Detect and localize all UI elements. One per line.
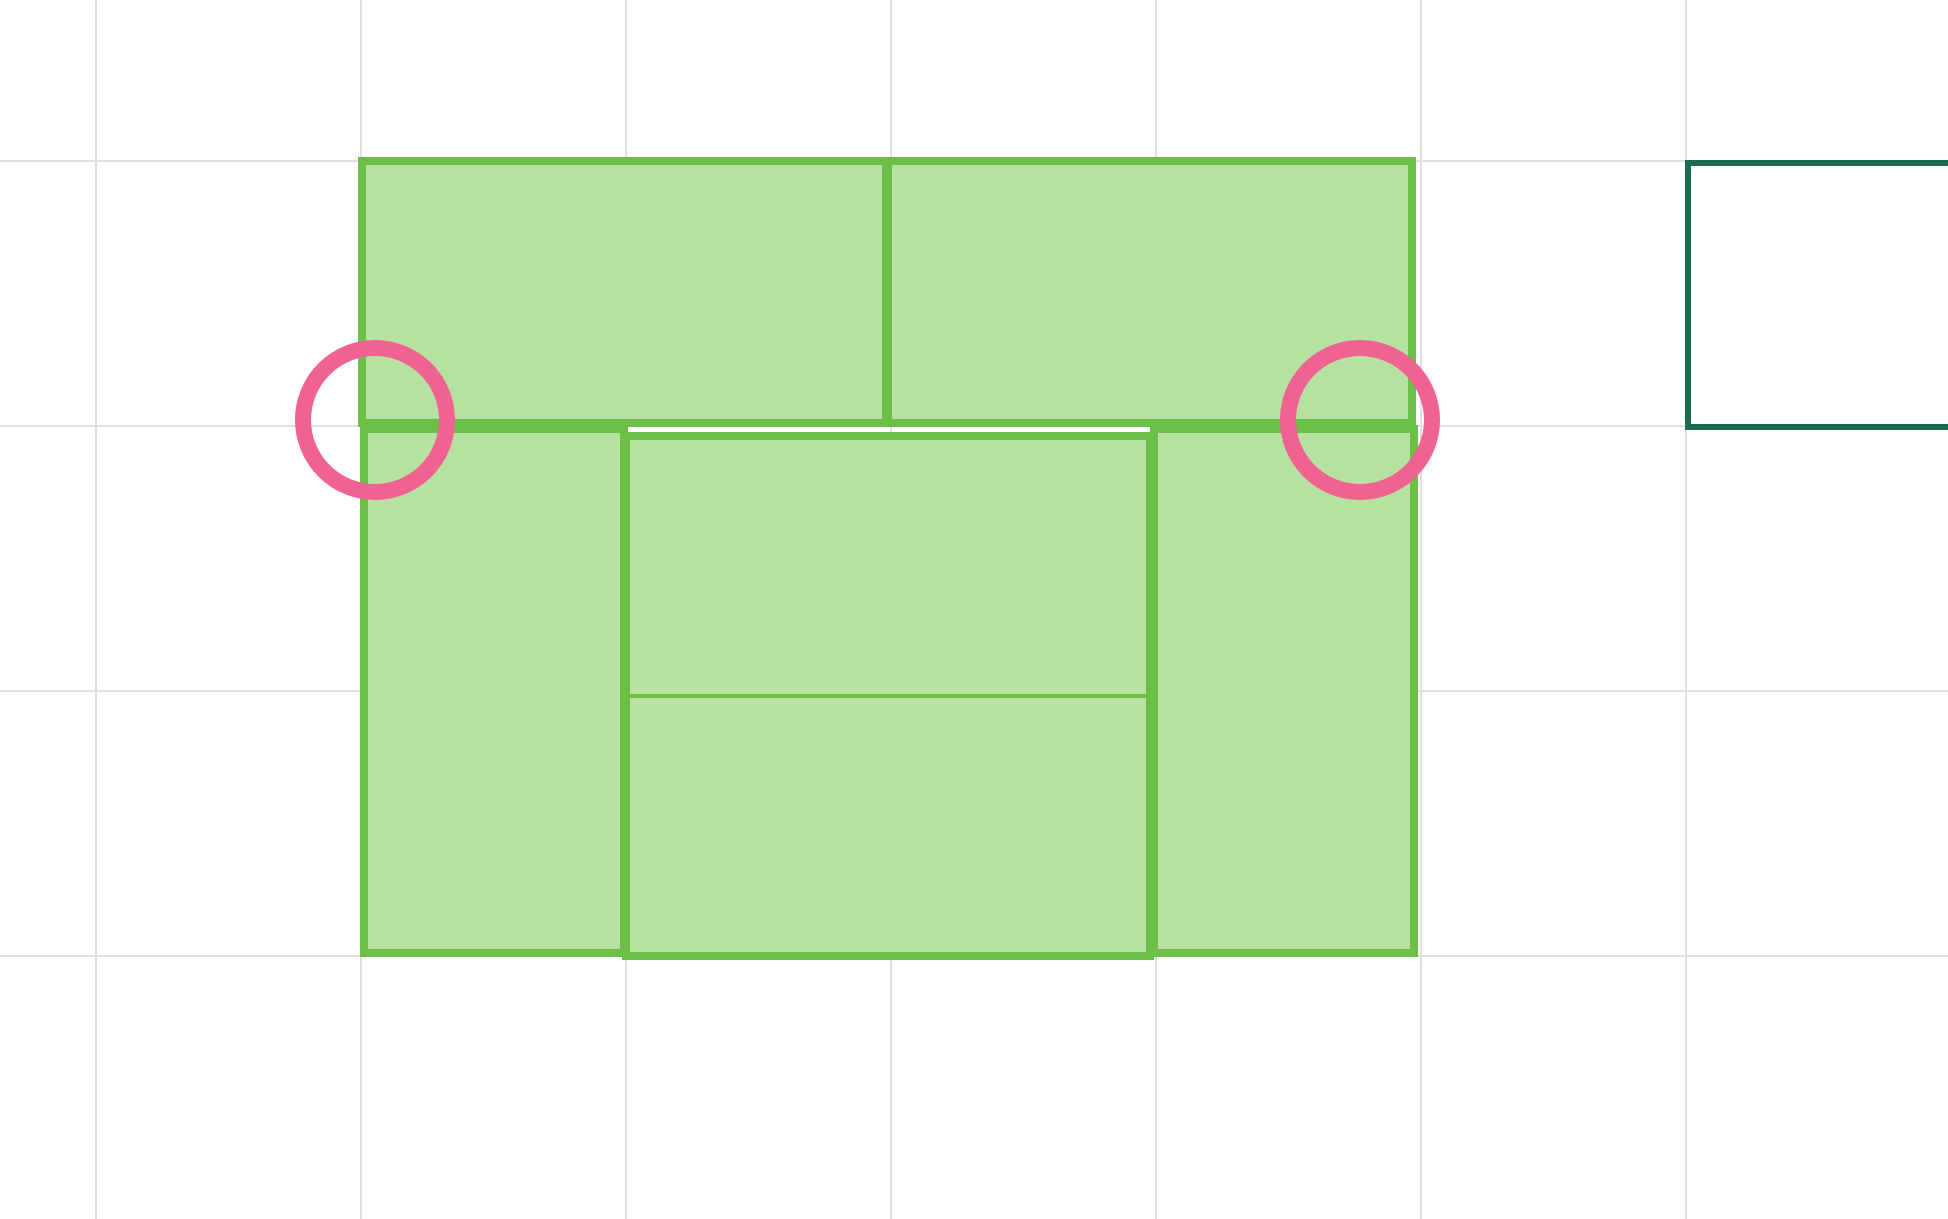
diagram-canvas (0, 0, 1948, 1219)
side-shape (1685, 160, 1948, 430)
grid-line-v (95, 0, 97, 1219)
grid-line-v (1420, 0, 1422, 1219)
marker-circle-left (295, 340, 455, 500)
center-inner-divider (626, 694, 1148, 698)
marker-circle-right (1280, 340, 1440, 500)
block-right-vertical (1150, 425, 1418, 957)
block-left-vertical (360, 425, 628, 957)
